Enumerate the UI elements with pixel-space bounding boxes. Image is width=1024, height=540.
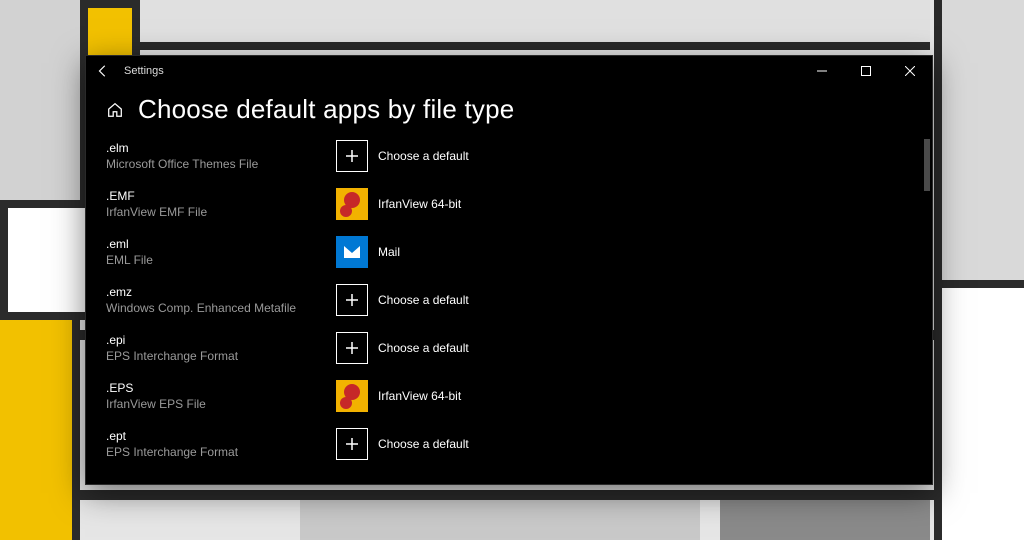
file-type-row: .emz Windows Comp. Enhanced Metafile Choos… xyxy=(106,283,932,317)
default-app-button[interactable]: IrfanView 64-bit xyxy=(336,379,475,413)
default-app-label: IrfanView 64-bit xyxy=(378,389,461,403)
file-type-row: .EMF IrfanView EMF File IrfanView 64-bit xyxy=(106,187,932,221)
default-app-button[interactable]: Mail xyxy=(336,235,414,269)
file-extension: .elm xyxy=(106,141,316,155)
default-app-button[interactable]: IrfanView 64-bit xyxy=(336,187,475,221)
file-extension: .ept xyxy=(106,429,316,443)
default-app-label: Choose a default xyxy=(378,437,469,451)
plus-icon xyxy=(336,140,368,172)
minimize-button[interactable] xyxy=(800,56,844,86)
file-extension: .emz xyxy=(106,285,316,299)
default-app-button[interactable]: Choose a default xyxy=(336,139,483,173)
file-type-info: .eml EML File xyxy=(106,235,316,267)
page-title: Choose default apps by file type xyxy=(138,94,514,125)
default-app-label: Choose a default xyxy=(378,341,469,355)
titlebar: Settings xyxy=(86,56,932,86)
file-description: EPS Interchange Format xyxy=(106,445,316,459)
plus-icon xyxy=(336,332,368,364)
file-type-row: .elm Microsoft Office Themes File Choose a… xyxy=(106,139,932,173)
file-type-row: .ept EPS Interchange Format Choose a defau… xyxy=(106,427,932,461)
scrollbar-thumb[interactable] xyxy=(924,139,930,191)
file-extension: .EPS xyxy=(106,381,316,395)
file-type-row: .EPS IrfanView EPS File IrfanView 64-bit xyxy=(106,379,932,413)
file-type-row: .epi EPS Interchange Format Choose a defau… xyxy=(106,331,932,365)
scrollbar[interactable] xyxy=(924,139,930,484)
desktop-wallpaper: Settings Choose default apps by file typ… xyxy=(0,0,1024,540)
file-description: IrfanView EMF File xyxy=(106,205,316,219)
file-extension: .epi xyxy=(106,333,316,347)
file-description: EML File xyxy=(106,253,316,267)
file-type-info: .epi EPS Interchange Format xyxy=(106,331,316,363)
default-app-label: IrfanView 64-bit xyxy=(378,197,461,211)
file-type-row: .eml EML File Mail xyxy=(106,235,932,269)
content-area: .elm Microsoft Office Themes File Choose a… xyxy=(86,139,932,484)
default-app-button[interactable]: Choose a default xyxy=(336,427,483,461)
maximize-button[interactable] xyxy=(844,56,888,86)
home-icon[interactable] xyxy=(106,101,124,119)
file-extension: .EMF xyxy=(106,189,316,203)
mail-icon xyxy=(336,236,368,268)
file-type-info: .EMF IrfanView EMF File xyxy=(106,187,316,219)
file-type-info: .emz Windows Comp. Enhanced Metafile xyxy=(106,283,316,315)
file-description: Windows Comp. Enhanced Metafile xyxy=(106,301,316,315)
settings-window: Settings Choose default apps by file typ… xyxy=(85,55,933,485)
default-app-label: Mail xyxy=(378,245,400,259)
irfanview-icon xyxy=(336,380,368,412)
back-button[interactable] xyxy=(96,64,110,78)
file-type-info: .EPS IrfanView EPS File xyxy=(106,379,316,411)
irfanview-icon xyxy=(336,188,368,220)
file-description: EPS Interchange Format xyxy=(106,349,316,363)
file-type-info: .ept EPS Interchange Format xyxy=(106,427,316,459)
default-app-label: Choose a default xyxy=(378,149,469,163)
default-app-button[interactable]: Choose a default xyxy=(336,331,483,365)
default-app-label: Choose a default xyxy=(378,293,469,307)
file-description: Microsoft Office Themes File xyxy=(106,157,316,171)
window-controls xyxy=(800,56,932,86)
plus-icon xyxy=(336,284,368,316)
close-button[interactable] xyxy=(888,56,932,86)
default-app-button[interactable]: Choose a default xyxy=(336,283,483,317)
file-type-list: .elm Microsoft Office Themes File Choose a… xyxy=(106,139,932,461)
file-extension: .eml xyxy=(106,237,316,251)
file-type-info: .elm Microsoft Office Themes File xyxy=(106,139,316,171)
window-title: Settings xyxy=(124,65,164,77)
file-description: IrfanView EPS File xyxy=(106,397,316,411)
plus-icon xyxy=(336,428,368,460)
page-header: Choose default apps by file type xyxy=(86,86,932,139)
